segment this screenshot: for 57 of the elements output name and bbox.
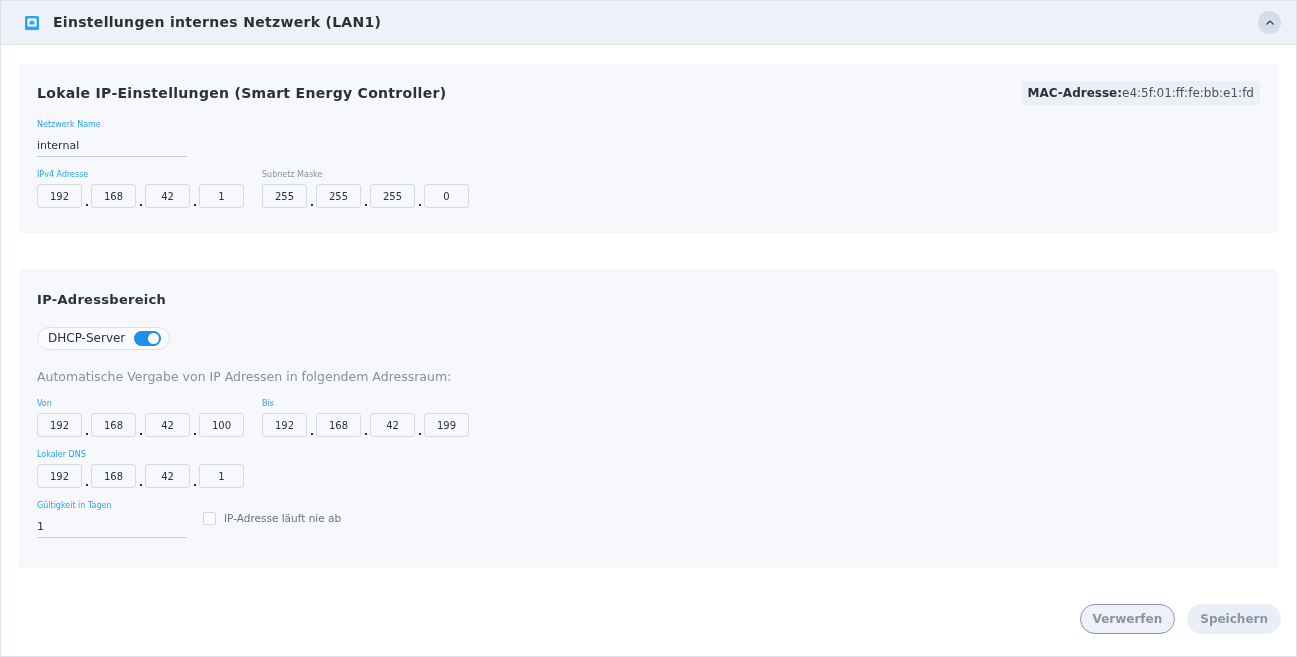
octet-field[interactable]: 168: [91, 184, 136, 208]
dot-separator: [364, 433, 367, 436]
collapse-button[interactable]: [1258, 11, 1281, 34]
dot-separator: [193, 204, 196, 206]
octet-field[interactable]: 42: [145, 464, 190, 489]
dot-separator: [418, 433, 421, 436]
dot-separator: [139, 484, 142, 487]
dot-separator: [193, 433, 196, 436]
description-text: Automatische Vergabe von IP Adressen in folgendem Adressraum:: [37, 367, 453, 386]
octet-field[interactable]: 192: [262, 413, 307, 438]
dot-separator: [418, 204, 421, 206]
octet-field[interactable]: 168: [91, 464, 136, 489]
octet-field[interactable]: 255: [316, 184, 361, 208]
octet-field[interactable]: 42: [145, 184, 190, 208]
field-label: Lokaler DNS: [37, 449, 87, 462]
field-label: Subnetz Maske: [262, 169, 324, 181]
toggle-switch[interactable]: [134, 330, 162, 346]
octet-field[interactable]: 42: [145, 413, 190, 438]
dot-separator: [85, 484, 88, 487]
field-label: IPv4 Adresse: [37, 169, 90, 181]
section-title: Lokale IP-Einstellungen (Smart Energy Controller): [37, 83, 447, 103]
field-label: Gültigkeit in Tagen: [37, 500, 113, 513]
dot-separator: [364, 204, 367, 206]
checkbox[interactable]: [203, 511, 216, 525]
dot-separator: [85, 204, 88, 206]
octet-field[interactable]: 1: [199, 464, 244, 489]
octet-field[interactable]: 1: [199, 184, 244, 208]
text-field[interactable]: 1: [37, 516, 187, 539]
dot-separator: [139, 204, 142, 206]
dhcp-server-switch[interactable]: DHCP-Server: [37, 326, 171, 350]
octet-field[interactable]: 168: [316, 413, 361, 438]
octet-field[interactable]: 192: [37, 464, 82, 489]
octet-field[interactable]: 0: [424, 184, 469, 208]
dot-separator: [310, 204, 313, 206]
network-port-icon: [24, 14, 40, 31]
octet-field[interactable]: 168: [91, 413, 136, 438]
octet-field[interactable]: 255: [370, 184, 415, 208]
dot-separator: [139, 433, 142, 436]
dot-separator: [193, 484, 196, 487]
octet-field[interactable]: 199: [424, 413, 469, 438]
chevron-up-icon: [1265, 20, 1274, 25]
mac-address-label: MAC-Adresse:: [1027, 86, 1122, 100]
panel-title: Einstellungen internes Netzwerk (LAN1): [53, 13, 382, 32]
octet-field[interactable]: 192: [37, 413, 82, 438]
octet-field[interactable]: 255: [262, 184, 307, 208]
dot-separator: [310, 433, 313, 436]
checkbox-label: IP-Adresse läuft nie ab: [224, 510, 342, 526]
section-title: IP-Adressbereich: [37, 291, 168, 309]
text-field[interactable]: internal: [37, 135, 187, 157]
octet-field[interactable]: 42: [370, 413, 415, 438]
dot-separator: [85, 433, 88, 436]
field-label: Bis: [262, 398, 275, 411]
mac-address-value: e4:5f:01:ff:fe:bb:e1:fd: [1122, 86, 1254, 100]
octet-field[interactable]: 100: [199, 413, 244, 438]
field-label: Von: [37, 398, 53, 411]
octet-field[interactable]: 192: [37, 184, 82, 208]
field-label: Netzwerk Name: [37, 119, 102, 131]
